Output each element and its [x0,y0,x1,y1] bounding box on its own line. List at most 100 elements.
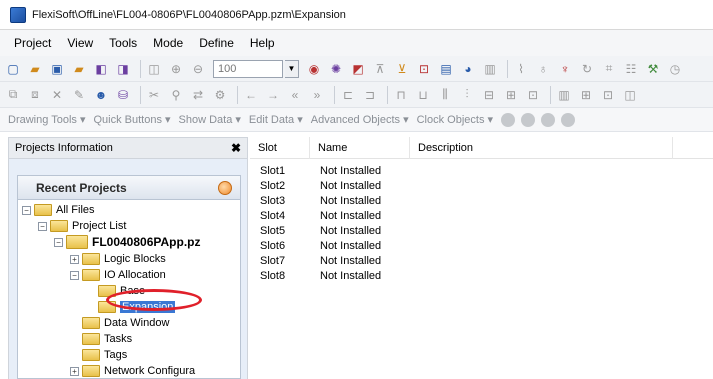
window-icon[interactable]: ▤ [437,60,455,78]
arrow-right-icon[interactable]: → [264,86,282,104]
clock-icon[interactable]: ◷ [666,60,684,78]
compile-icon[interactable]: ◩ [349,60,367,78]
open-folder-icon[interactable]: ▰ [26,60,44,78]
tree-item-all-files[interactable]: − All Files [22,202,95,218]
align-bottom-icon[interactable]: ⊔ [414,86,432,104]
delete-icon[interactable]: ✕ [48,86,66,104]
monitor-icon[interactable]: ⊡ [415,60,433,78]
grid-icon[interactable]: ⊞ [577,86,595,104]
object-icon[interactable] [501,112,516,127]
replace-icon[interactable]: ⇄ [189,86,207,104]
save-icon[interactable]: ▣ [48,60,66,78]
close-icon[interactable]: ✖ [231,141,241,155]
print-icon[interactable]: ◫ [145,60,163,78]
first-icon[interactable]: « [286,86,304,104]
zoom-out-icon[interactable]: ⊖ [189,60,207,78]
align-left-icon[interactable]: ⊏ [339,86,357,104]
object-icon[interactable] [541,112,556,127]
distribute-h-icon[interactable]: ⫼ [436,86,454,104]
collapse-icon[interactable]: − [22,205,31,215]
zoom-input[interactable]: 100 [213,59,283,78]
last-icon[interactable]: » [308,86,326,104]
force-icon[interactable]: ♁ [534,60,552,78]
tree-item-tags[interactable]: Tags [82,347,127,363]
table-row[interactable]: Slot3 Not Installed [250,195,550,209]
list-icon[interactable]: ☷ [622,60,640,78]
quick-buttons-menu[interactable]: Quick Buttons ▾ [93,113,170,126]
collapse-icon[interactable]: − [38,221,47,231]
download-arrow-icon[interactable]: ⊻ [393,60,411,78]
object-icon[interactable] [561,112,576,127]
chart-icon[interactable]: ▥ [555,86,573,104]
user-icon[interactable]: ☻ [92,86,110,104]
object-icon[interactable] [521,112,536,127]
arrow-left-icon[interactable]: ← [242,86,260,104]
signal-icon[interactable]: ⌇ [512,60,530,78]
menu-project[interactable]: Project [14,36,51,50]
edit-icon[interactable]: ✎ [70,86,88,104]
panel-icon[interactable]: ◫ [621,86,639,104]
database-icon[interactable]: ⛁ [114,86,132,104]
stop-icon[interactable]: ▥ [481,60,499,78]
tool-icon[interactable]: ⚒ [644,60,662,78]
table-row[interactable]: Slot5 Not Installed [250,225,550,239]
collapse-icon[interactable] [218,180,232,195]
cut-icon[interactable]: ✂ [145,86,163,104]
run-icon[interactable]: ◕ [459,60,477,78]
diagnostics-icon[interactable]: ⌗ [600,60,618,78]
expand-icon[interactable]: + [70,366,79,376]
gear-icon[interactable]: ✺ [327,60,345,78]
tree-item-project-file[interactable]: − FL0040806PApp.pz [54,234,200,250]
center-icon[interactable]: ⊡ [524,86,542,104]
tree-item-project-list[interactable]: − Project List [38,218,126,234]
advanced-objects-menu[interactable]: Advanced Objects ▾ [311,113,409,126]
show-data-menu[interactable]: Show Data ▾ [179,113,241,126]
column-header-name[interactable]: Name [310,137,410,159]
chevron-down-icon[interactable]: ▼ [285,59,299,78]
upload-icon[interactable]: ⊼ [371,60,389,78]
online-icon[interactable]: ◉ [305,60,323,78]
same-height-icon[interactable]: ⊞ [502,86,520,104]
menu-mode[interactable]: Mode [153,36,183,50]
table-row[interactable]: Slot1 Not Installed [250,165,550,179]
collapse-icon[interactable]: − [54,237,63,247]
tree-item-io-allocation[interactable]: − IO Allocation [70,267,166,283]
new-file-icon[interactable]: ▢ [4,60,22,78]
paste-icon[interactable]: ⧈ [26,86,44,104]
table-row[interactable]: Slot8 Not Installed [250,270,550,284]
tree-item-logic-blocks[interactable]: + Logic Blocks [70,251,166,267]
same-width-icon[interactable]: ⊟ [480,86,498,104]
column-header-slot[interactable]: Slot [250,137,310,159]
find-icon[interactable]: ⚲ [167,86,185,104]
frame-icon[interactable]: ⊡ [599,86,617,104]
menu-view[interactable]: View [67,36,93,50]
distribute-v-icon[interactable]: ⫶ [458,86,476,104]
tree-item-tasks[interactable]: Tasks [82,331,132,347]
drawing-tools-menu[interactable]: Drawing Tools ▾ [8,113,85,126]
menu-help[interactable]: Help [250,36,275,50]
tree-item-data-window[interactable]: Data Window [82,315,169,331]
project-icon[interactable]: ◧ [92,60,110,78]
align-top-icon[interactable]: ⊓ [392,86,410,104]
copy-icon[interactable]: ⧉ [4,86,22,104]
table-row[interactable]: Slot2 Not Installed [250,180,550,194]
collapse-icon[interactable]: − [70,270,79,280]
edit-data-menu[interactable]: Edit Data ▾ [249,113,303,126]
zoom-in-icon[interactable]: ⊕ [167,60,185,78]
recent-projects-header[interactable]: Recent Projects [17,175,241,199]
tree-item-network-config[interactable]: + Network Configura [70,363,195,379]
download-icon[interactable]: ◨ [114,60,132,78]
menu-define[interactable]: Define [199,36,234,50]
table-row[interactable]: Slot7 Not Installed [250,255,550,269]
expand-icon[interactable]: + [70,254,79,264]
align-right-icon[interactable]: ⊐ [361,86,379,104]
clock-objects-menu[interactable]: Clock Objects ▾ [417,113,493,126]
settings-icon[interactable]: ⚙ [211,86,229,104]
folder-icon[interactable]: ▰ [70,60,88,78]
reset-icon[interactable]: ↻ [578,60,596,78]
column-header-description[interactable]: Description [410,137,673,159]
menu-tools[interactable]: Tools [109,36,137,50]
table-row[interactable]: Slot4 Not Installed [250,210,550,224]
table-row[interactable]: Slot6 Not Installed [250,240,550,254]
hand-icon[interactable]: ♆ [556,60,574,78]
